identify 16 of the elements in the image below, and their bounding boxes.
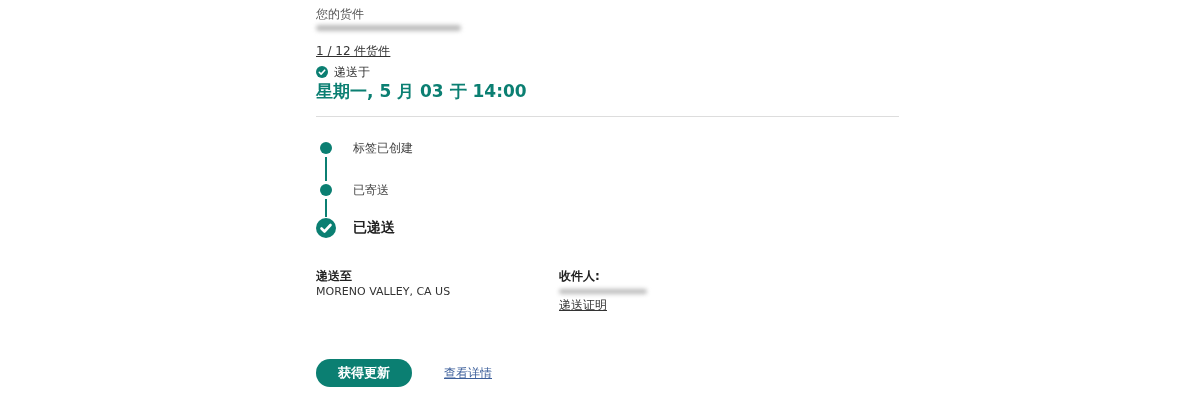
view-details-link[interactable]: 查看详情 xyxy=(444,364,492,382)
step-dot-icon xyxy=(320,184,332,196)
recipient-label: 收件人: xyxy=(559,268,601,284)
step-label: 标签已创建 xyxy=(353,140,413,157)
status-label: 递送于 xyxy=(334,65,370,79)
delivered-to-value: MORENO VALLEY, CA US xyxy=(316,284,452,300)
step-label: 已寄送 xyxy=(353,182,389,199)
proof-of-delivery-link[interactable]: 递送证明 xyxy=(559,297,607,313)
step-dot-icon xyxy=(320,142,332,154)
delivery-date: 星期一, 5 月 03 于 14:00 xyxy=(316,80,528,103)
section-heading: 您的货件 xyxy=(316,6,365,22)
step-label: 已递送 xyxy=(353,218,395,237)
get-updates-button[interactable]: 获得更新 xyxy=(316,359,412,387)
check-icon xyxy=(316,66,328,78)
delivered-to-label: 递送至 xyxy=(316,268,353,284)
shipment-count-link[interactable]: 1 / 12 件货件 xyxy=(316,43,391,59)
